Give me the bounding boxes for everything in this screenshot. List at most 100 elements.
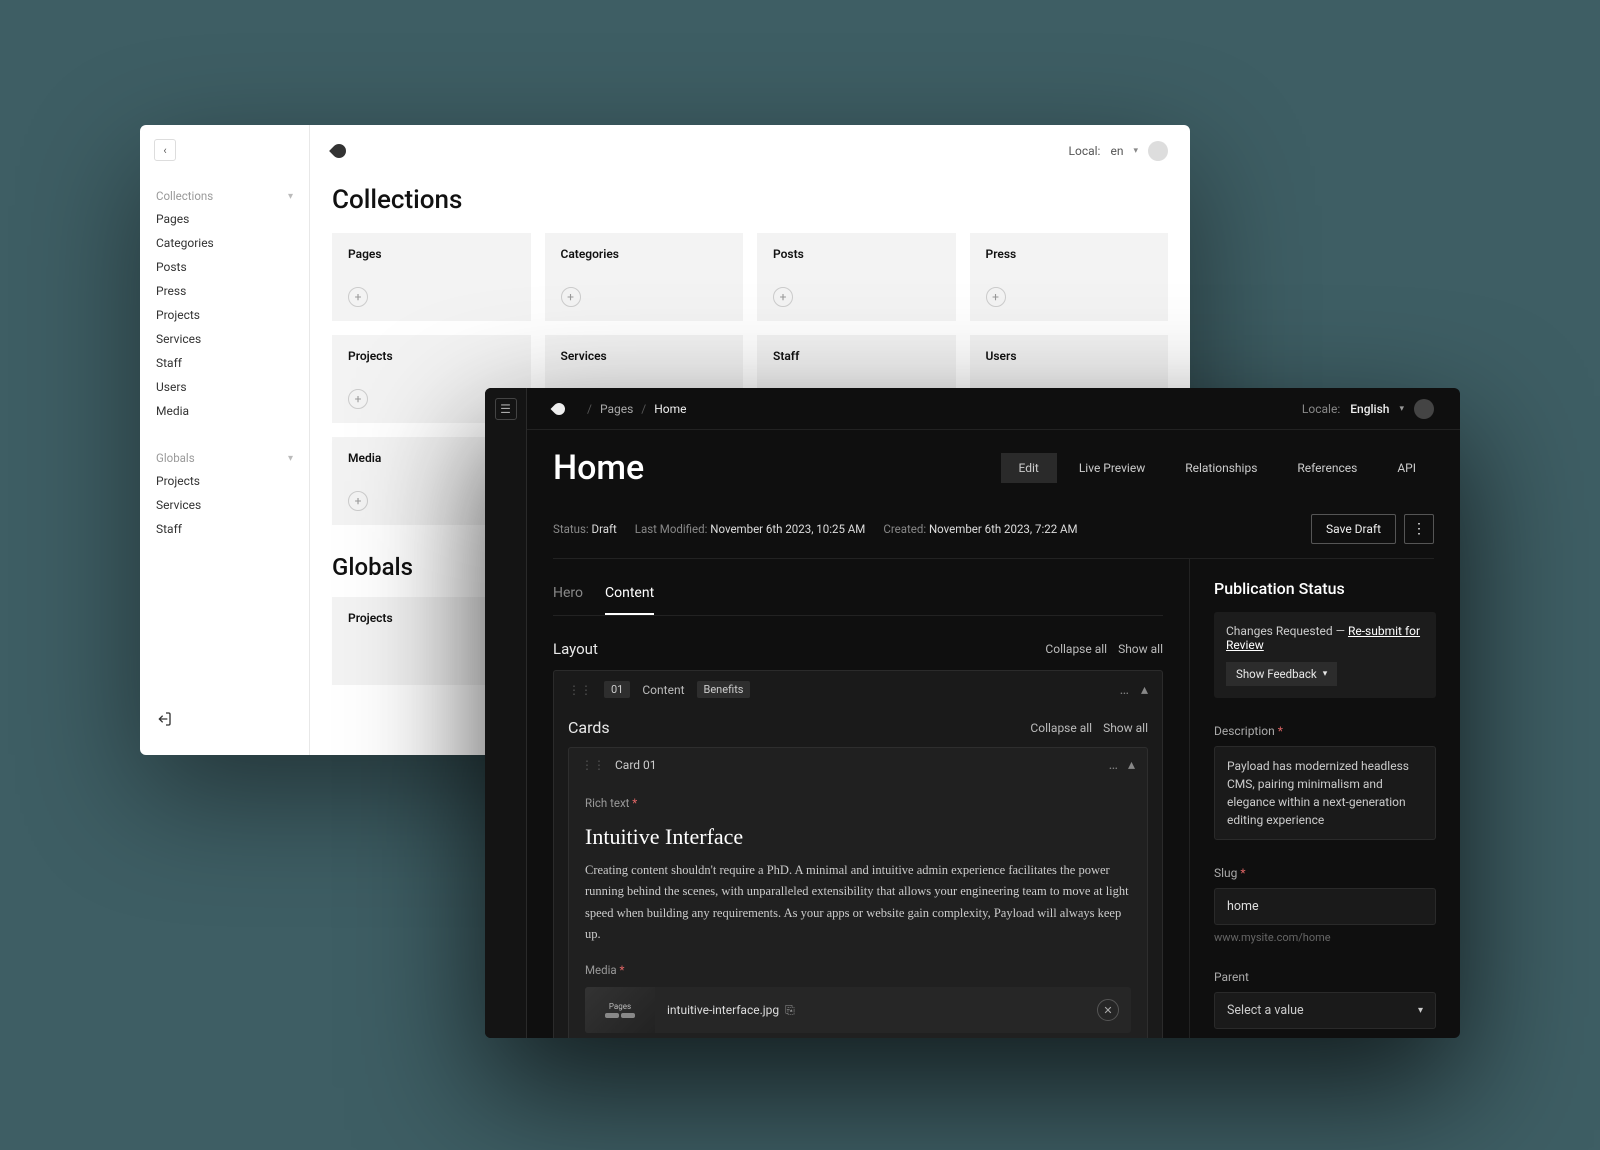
show-all-button[interactable]: Show all: [1118, 642, 1163, 656]
sidebar-item-global-staff[interactable]: Staff: [140, 517, 309, 541]
breadcrumb-pages[interactable]: Pages: [600, 402, 633, 416]
plus-icon[interactable]: +: [986, 287, 1006, 307]
modified-label: Last Modified:: [635, 522, 708, 536]
tab-references[interactable]: References: [1279, 453, 1375, 483]
collection-card-posts[interactable]: Posts+: [757, 233, 956, 321]
card-more-button[interactable]: …: [1109, 757, 1118, 773]
view-tabs: Edit Live Preview Relationships Referenc…: [1001, 453, 1435, 483]
chevron-down-icon: ▾: [1399, 404, 1404, 414]
light-topbar: Local: en ▾: [310, 125, 1190, 177]
slug-label: Slug: [1214, 866, 1237, 880]
logo-icon: [329, 141, 349, 161]
collection-card-press[interactable]: Press+: [970, 233, 1169, 321]
locale-value[interactable]: en: [1110, 144, 1123, 158]
show-feedback-button[interactable]: Show Feedback ▾: [1226, 662, 1337, 686]
menu-toggle-button[interactable]: ☰: [495, 398, 517, 420]
tab-live-preview[interactable]: Live Preview: [1061, 453, 1163, 483]
sidebar-item-posts[interactable]: Posts: [140, 255, 309, 279]
created-label: Created:: [883, 522, 926, 536]
card-block: ⋮⋮ Card 01 … ▴ Rich text * Intuitive Int…: [568, 747, 1148, 1038]
locale-label: Locale:: [1302, 402, 1340, 416]
layout-title: Layout: [553, 640, 598, 658]
collection-card-pages[interactable]: Pages+: [332, 233, 531, 321]
cards-collapse-all[interactable]: Collapse all: [1030, 721, 1092, 735]
subtab-hero[interactable]: Hero: [553, 579, 583, 615]
sidebar-group-globals[interactable]: Globals ▾: [140, 447, 309, 469]
locale-value[interactable]: English: [1350, 402, 1389, 416]
drag-handle-icon[interactable]: ⋮⋮: [581, 758, 605, 772]
plus-icon[interactable]: +: [773, 287, 793, 307]
logout-button[interactable]: [140, 701, 309, 741]
sidebar-item-staff[interactable]: Staff: [140, 351, 309, 375]
dark-main: / Pages / Home Locale: English ▾ Home Ed…: [527, 388, 1460, 1038]
sidebar-group-label: Globals: [156, 451, 195, 465]
sidebar-item-media[interactable]: Media: [140, 399, 309, 423]
editor-window: ☰ / Pages / Home Locale: English ▾ Home …: [485, 388, 1460, 1038]
modified-value: November 6th 2023, 10:25 AM: [710, 522, 865, 536]
sidebar-item-projects[interactable]: Projects: [140, 303, 309, 327]
block-index: 01: [604, 681, 630, 698]
sidebar-item-users[interactable]: Users: [140, 375, 309, 399]
media-label: Media: [585, 963, 617, 977]
plus-icon[interactable]: +: [348, 287, 368, 307]
subtab-content[interactable]: Content: [605, 579, 654, 615]
chevron-up-icon[interactable]: ▴: [1128, 757, 1135, 773]
status-label: Status:: [553, 522, 589, 536]
sidebar-item-categories[interactable]: Categories: [140, 231, 309, 255]
chevron-down-icon: ▾: [1323, 669, 1328, 679]
media-remove-button[interactable]: ✕: [1097, 999, 1119, 1021]
save-draft-button[interactable]: Save Draft: [1311, 514, 1396, 544]
block-more-button[interactable]: …: [1120, 682, 1129, 698]
locale-label: Local:: [1069, 144, 1101, 158]
parent-placeholder: Select a value: [1227, 1003, 1304, 1018]
collection-card-categories[interactable]: Categories+: [545, 233, 744, 321]
plus-icon[interactable]: +: [348, 389, 368, 409]
meta-row: Status: Draft Last Modified: November 6t…: [553, 514, 1434, 559]
dark-topbar: / Pages / Home Locale: English ▾: [527, 388, 1460, 430]
copy-icon[interactable]: ⎘: [785, 1003, 795, 1018]
chevron-down-icon: ▾: [288, 453, 293, 464]
collapse-all-button[interactable]: Collapse all: [1045, 642, 1107, 656]
avatar[interactable]: [1148, 141, 1168, 161]
back-button[interactable]: ‹: [154, 139, 176, 161]
plus-icon[interactable]: +: [348, 491, 368, 511]
media-item[interactable]: Pages intuitive-interface.jpg ⎘ ✕: [585, 987, 1131, 1033]
tab-api[interactable]: API: [1379, 453, 1434, 483]
created-value: November 6th 2023, 7:22 AM: [929, 522, 1078, 536]
sidebar-group-label: Collections: [156, 189, 213, 203]
sidebar-item-global-services[interactable]: Services: [140, 493, 309, 517]
cards-show-all[interactable]: Show all: [1103, 721, 1148, 735]
layout-block: ⋮⋮ 01 Content Benefits … ▴ Cards: [553, 670, 1163, 1038]
sidebar-item-press[interactable]: Press: [140, 279, 309, 303]
sidebar-item-services[interactable]: Services: [140, 327, 309, 351]
parent-select[interactable]: Select a value ▾: [1214, 992, 1436, 1029]
tab-relationships[interactable]: Relationships: [1167, 453, 1275, 483]
drag-handle-icon[interactable]: ⋮⋮: [568, 683, 592, 697]
block-type: Content: [642, 683, 684, 697]
chevron-down-icon: ▾: [288, 191, 293, 202]
tab-edit[interactable]: Edit: [1001, 453, 1057, 483]
card-title: Card 01: [615, 758, 657, 772]
light-sidebar: ‹ Collections ▾ Pages Categories Posts P…: [140, 125, 310, 755]
sidebar-item-pages[interactable]: Pages: [140, 207, 309, 231]
slug-field[interactable]: home: [1214, 888, 1436, 925]
dark-sidebar-collapsed: ☰: [485, 388, 527, 1038]
sidebar-group-collections[interactable]: Collections ▾: [140, 185, 309, 207]
chevron-up-icon[interactable]: ▴: [1141, 682, 1148, 698]
more-actions-button[interactable]: ⋮: [1404, 514, 1434, 544]
richtext-heading[interactable]: Intuitive Interface: [585, 824, 1131, 850]
thumb-label: Pages: [609, 1002, 631, 1011]
richtext-body[interactable]: Creating content shouldn't require a PhD…: [585, 860, 1131, 945]
slug-hint: www.mysite.com/home: [1214, 931, 1436, 944]
dark-body: Hero Content Layout Collapse all Show al…: [527, 559, 1460, 1038]
richtext-label: Rich text: [585, 796, 629, 810]
plus-icon[interactable]: +: [561, 287, 581, 307]
logo-icon: [551, 400, 568, 417]
media-thumbnail: Pages: [585, 987, 655, 1033]
sidebar-item-global-projects[interactable]: Projects: [140, 469, 309, 493]
avatar[interactable]: [1414, 399, 1434, 419]
description-field[interactable]: Payload has modernized headless CMS, pai…: [1214, 746, 1436, 840]
cards-title: Cards: [568, 718, 610, 737]
publication-status-title: Publication Status: [1214, 579, 1436, 598]
changes-requested-text: Changes Requested —: [1226, 624, 1345, 638]
